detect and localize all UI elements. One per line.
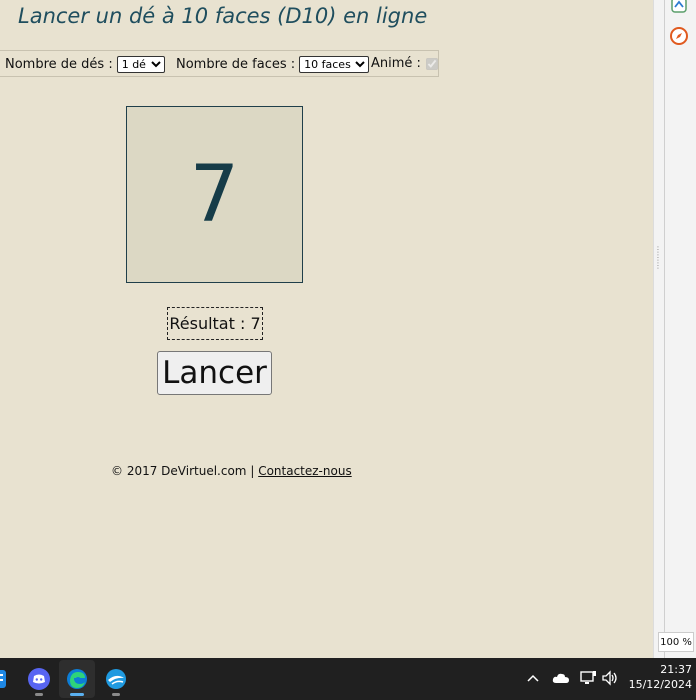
discord-icon[interactable] (21, 660, 57, 698)
options-bar: Nombre de dés : 1 dé Nombre de faces : 1… (0, 50, 439, 77)
system-clock[interactable]: 21:37 15/12/2024 (622, 662, 692, 692)
volume-icon[interactable] (600, 668, 620, 688)
chevron-up-icon[interactable] (523, 668, 543, 688)
animated-label: Animé : (371, 56, 421, 71)
result-label: Résultat : 7 (167, 307, 263, 340)
animated-option: Animé : (371, 56, 438, 71)
footer-copyright: © 2017 DeVirtuel.com (111, 464, 247, 478)
extension-icon[interactable] (668, 0, 690, 16)
mail-app-icon[interactable] (98, 660, 134, 698)
zoom-level[interactable]: 100 % (658, 632, 694, 652)
clock-date: 15/12/2024 (628, 678, 692, 691)
animated-checkbox[interactable] (425, 57, 438, 70)
page-title: Lancer un dé à 10 faces (D10) en ligne (18, 4, 428, 28)
network-icon[interactable] (578, 668, 598, 688)
discord-running-indicator (35, 693, 43, 696)
clock-time: 21:37 (660, 663, 692, 676)
faces-option: Nombre de faces : 10 faces (176, 56, 370, 73)
faces-select[interactable]: 10 faces (299, 56, 370, 73)
taskbar: 21:37 15/12/2024 (0, 658, 696, 700)
web-page: Lancer un dé à 10 faces (D10) en ligne N… (0, 0, 653, 658)
sidebar-resize-handle[interactable]: ⋮ ⋮ ⋮ (654, 246, 662, 276)
contact-link[interactable]: Contactez-nous (258, 464, 352, 478)
edge-running-indicator (70, 693, 84, 696)
dice-count-label: Nombre de dés : (5, 57, 113, 72)
sidebar-divider (664, 0, 665, 658)
browser-sidebar: ⋮ ⋮ ⋮ (653, 0, 696, 658)
compass-icon[interactable] (668, 25, 690, 47)
faces-label: Nombre de faces : (176, 57, 296, 72)
footer-separator: | (250, 464, 255, 478)
dice-count-select[interactable]: 1 dé (116, 56, 165, 73)
cloud-icon[interactable] (551, 668, 571, 688)
dice-count-option: Nombre de dés : 1 dé (5, 56, 165, 73)
die-face: 7 (126, 106, 303, 283)
die-value: 7 (189, 149, 240, 240)
roll-button[interactable]: Lancer (157, 351, 272, 395)
footer: © 2017 DeVirtuel.com | Contactez-nous (111, 464, 352, 478)
edge-icon[interactable] (59, 660, 95, 698)
taskbar-app-partial[interactable] (0, 660, 18, 698)
mail-running-indicator (112, 693, 120, 696)
